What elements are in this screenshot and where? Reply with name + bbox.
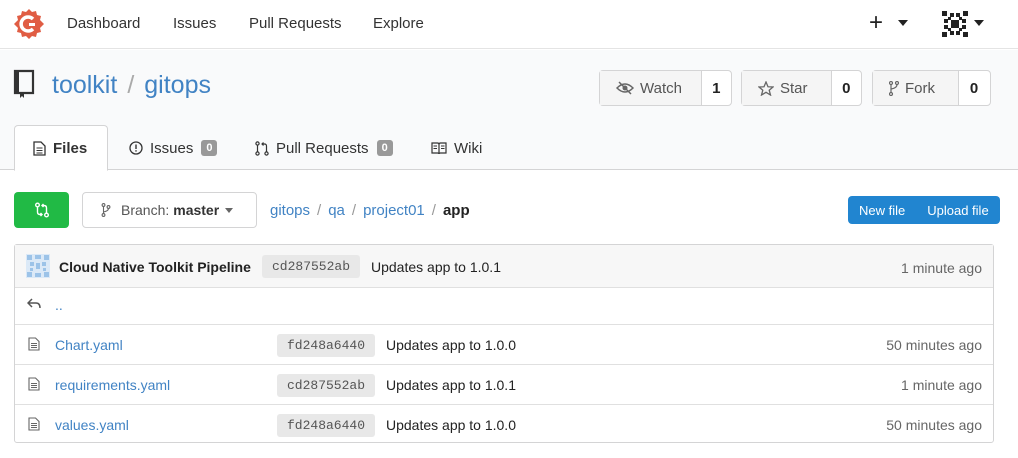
repo-owner-link[interactable]: toolkit	[52, 71, 117, 99]
tab-pull-requests[interactable]: Pull Requests 0	[255, 125, 393, 171]
tab-issues-label: Issues	[150, 139, 194, 157]
user-avatar[interactable]	[942, 11, 968, 37]
repo-title-separator: /	[127, 71, 135, 99]
parent-directory-row[interactable]: ..	[15, 288, 993, 325]
create-new-plus-icon[interactable]: +	[869, 9, 883, 37]
branch-selector[interactable]: Branch: master	[82, 192, 257, 228]
pull-request-icon	[255, 140, 269, 156]
issue-icon	[129, 141, 143, 155]
file-commit-message[interactable]: Updates app to 1.0.0	[386, 417, 516, 433]
create-dropdown-caret-icon[interactable]	[898, 20, 908, 26]
reply-arrow-icon	[27, 298, 41, 309]
nav-explore[interactable]: Explore	[373, 15, 424, 32]
file-icon	[28, 417, 40, 431]
tab-wiki[interactable]: Wiki	[431, 125, 482, 171]
file-row: requirements.yaml cd287552ab Updates app…	[15, 365, 993, 405]
file-name-link[interactable]: values.yaml	[55, 417, 129, 433]
file-name-link[interactable]: requirements.yaml	[55, 377, 170, 393]
file-row: values.yaml fd248a6440 Updates app to 1.…	[15, 405, 993, 445]
file-commit-age: 50 minutes ago	[886, 337, 982, 353]
breadcrumb-separator: /	[431, 202, 436, 219]
latest-commit-row: Cloud Native Toolkit Pipeline cd287552ab…	[15, 245, 993, 288]
tab-wiki-label: Wiki	[454, 139, 483, 157]
file-commit-sha[interactable]: fd248a6440	[277, 414, 376, 437]
book-icon	[431, 141, 447, 154]
watch-button[interactable]: Watch	[600, 71, 702, 105]
breadcrumb-current: app	[442, 202, 470, 219]
breadcrumb-gitops[interactable]: gitops	[270, 202, 310, 219]
repo-title: toolkit / gitops	[52, 71, 211, 100]
file-commit-age: 1 minute ago	[901, 377, 982, 393]
nav-pull-requests[interactable]: Pull Requests	[249, 15, 342, 32]
fork-icon	[889, 80, 899, 96]
watch-count[interactable]: 1	[702, 71, 731, 105]
nav-dashboard[interactable]: Dashboard	[67, 15, 140, 32]
fork-button-group: Fork 0	[872, 70, 991, 106]
branch-icon	[101, 203, 111, 217]
star-label: Star	[780, 79, 808, 97]
file-commit-age: 50 minutes ago	[886, 417, 982, 433]
fork-count[interactable]: 0	[959, 71, 989, 105]
file-row: Chart.yaml fd248a6440 Updates app to 1.0…	[15, 325, 993, 365]
tab-files-label: Files	[53, 139, 88, 157]
breadcrumb-separator: /	[317, 202, 322, 219]
parent-directory-link[interactable]: ..	[55, 297, 63, 313]
file-name-link[interactable]: Chart.yaml	[55, 337, 123, 353]
breadcrumb-separator: /	[351, 202, 357, 219]
commit-age: 1 minute ago	[901, 260, 982, 276]
repo-name-link[interactable]: gitops	[144, 71, 211, 99]
tab-issues[interactable]: Issues 0	[129, 125, 218, 171]
file-actions: New file Upload file	[848, 196, 1000, 224]
gitea-logo-icon[interactable]	[13, 8, 45, 40]
file-text-icon	[33, 140, 46, 156]
new-file-button[interactable]: New file	[848, 196, 916, 224]
tab-pull-requests-label: Pull Requests	[276, 139, 369, 157]
repo-icon	[13, 69, 35, 98]
upload-file-button[interactable]: Upload file	[916, 196, 999, 224]
star-count[interactable]: 0	[832, 71, 861, 105]
branch-prefix-label: Branch:	[121, 202, 170, 218]
file-commit-sha[interactable]: fd248a6440	[277, 334, 376, 357]
star-button[interactable]: Star	[742, 71, 832, 105]
branch-name: master	[173, 202, 220, 218]
repo-header: toolkit / gitops Watch 1 Star 0 Fork 0 F…	[0, 50, 1018, 171]
tab-files[interactable]: Files	[14, 125, 108, 171]
file-commit-message[interactable]: Updates app to 1.0.1	[386, 377, 516, 393]
commit-author[interactable]: Cloud Native Toolkit Pipeline	[59, 259, 251, 275]
star-button-group: Star 0	[741, 70, 862, 106]
compare-branches-button[interactable]	[14, 192, 69, 228]
eye-slash-icon	[616, 81, 634, 95]
file-icon	[28, 377, 40, 391]
commit-message[interactable]: Updates app to 1.0.1	[371, 259, 501, 275]
breadcrumb-project01[interactable]: project01	[363, 202, 425, 219]
user-menu-caret-icon[interactable]	[974, 20, 984, 26]
top-navbar: Dashboard Issues Pull Requests Explore +	[0, 0, 1018, 49]
watch-button-group: Watch 1	[599, 70, 732, 106]
breadcrumb-qa[interactable]: qa	[328, 202, 345, 219]
pull-requests-count-badge: 0	[376, 140, 393, 156]
watch-label: Watch	[640, 79, 682, 97]
path-breadcrumb: gitops / qa / project01 / app	[270, 202, 470, 219]
issues-count-badge: 0	[201, 140, 218, 156]
commit-author-avatar[interactable]	[26, 254, 50, 278]
file-icon	[28, 337, 40, 351]
branch-dropdown-caret-icon	[225, 207, 234, 213]
file-commit-sha[interactable]: cd287552ab	[277, 374, 376, 397]
nav-issues[interactable]: Issues	[173, 15, 216, 32]
star-icon	[758, 80, 774, 96]
commit-sha[interactable]: cd287552ab	[262, 255, 361, 278]
file-commit-message[interactable]: Updates app to 1.0.0	[386, 337, 516, 353]
fork-button[interactable]: Fork	[873, 71, 959, 105]
fork-label: Fork	[905, 79, 935, 97]
file-table: Cloud Native Toolkit Pipeline cd287552ab…	[14, 244, 994, 443]
compare-arrows-icon	[34, 202, 49, 218]
